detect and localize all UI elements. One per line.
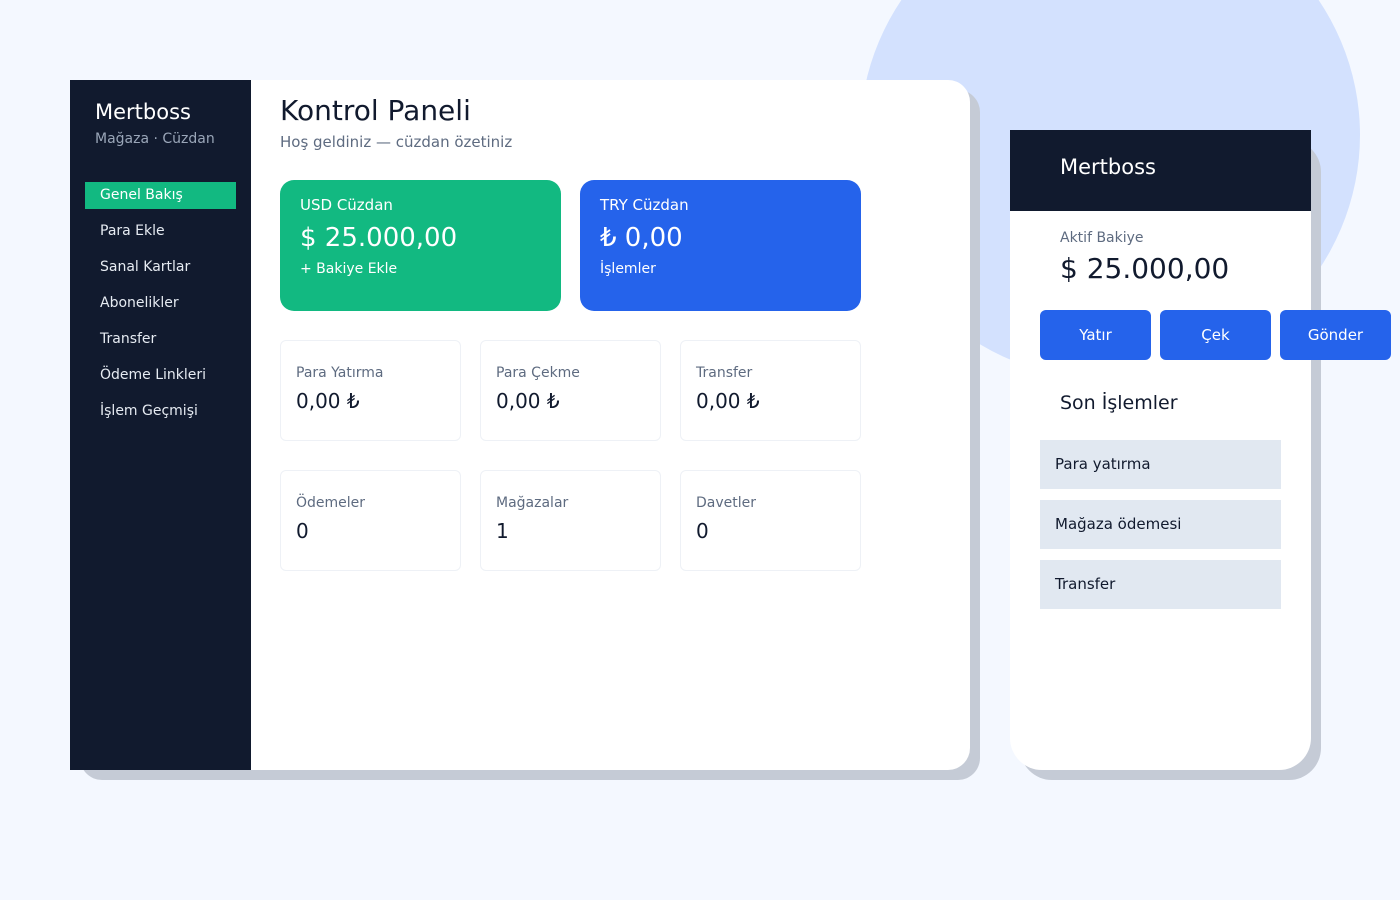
sidebar-item-islem-gecmisi[interactable]: İşlem Geçmişi [85, 398, 236, 425]
stat-card-odemeler: Ödemeler 0 [280, 470, 461, 571]
mobile-window: Mertboss Aktif Bakiye $ 25.000,00 Yatır … [1010, 130, 1391, 770]
stat-card-magazalar: Mağazalar 1 [480, 470, 661, 571]
sidebar-item-sanal-kartlar[interactable]: Sanal Kartlar [85, 254, 236, 281]
stat-label: Davetler [696, 495, 757, 511]
stat-value: 0,00 ₺ [296, 389, 360, 413]
wallet-name: TRY Cüzdan [600, 196, 689, 214]
withdraw-button[interactable]: Çek [1160, 310, 1271, 360]
usd-wallet-card: USD Cüzdan $ 25.000,00 + Bakiye Ekle [280, 180, 561, 311]
add-balance-link[interactable]: + Bakiye Ekle [300, 261, 541, 277]
sidebar: Mertboss Mağaza · Cüzdan Genel Bakış Par… [70, 80, 251, 770]
stat-card-davetler: Davetler 0 [680, 470, 861, 571]
wallet-amount: $ 25.000,00 [300, 223, 458, 253]
wallet-name: USD Cüzdan [300, 196, 393, 214]
stat-card-para-cekme: Para Çekme 0,00 ₺ [480, 340, 661, 441]
sidebar-item-para-ekle[interactable]: Para Ekle [85, 218, 236, 245]
stat-label: Para Çekme [496, 365, 580, 381]
desktop-window: Mertboss Mağaza · Cüzdan Genel Bakış Par… [70, 80, 970, 770]
stat-value: 0,00 ₺ [696, 389, 760, 413]
stat-value: 0,00 ₺ [496, 389, 560, 413]
page-title: Kontrol Paneli [280, 94, 471, 127]
stat-card-para-yatirma: Para Yatırma 0,00 ₺ [280, 340, 461, 441]
wallet-amount: ₺ 0,00 [600, 223, 683, 253]
recent-transactions-title: Son İşlemler [1060, 392, 1178, 414]
page-subtitle: Hoş geldiniz — cüzdan özetiniz [280, 133, 513, 151]
brand-subtitle: Mağaza · Cüzdan [95, 131, 215, 147]
stat-label: Mağazalar [496, 495, 569, 511]
sidebar-item-odeme-linkleri[interactable]: Ödeme Linkleri [85, 362, 236, 389]
sidebar-item-transfer[interactable]: Transfer [85, 326, 236, 353]
stat-label: Para Yatırma [296, 365, 384, 381]
stat-card-transfer: Transfer 0,00 ₺ [680, 340, 861, 441]
balance-label: Aktif Bakiye [1060, 230, 1144, 246]
brand-name: Mertboss [95, 100, 191, 124]
stat-value: 0 [296, 519, 309, 543]
transaction-item[interactable]: Transfer [1040, 560, 1281, 609]
sidebar-item-genel-bakis[interactable]: Genel Bakış [85, 182, 236, 209]
balance-value: $ 25.000,00 [1060, 252, 1230, 285]
deposit-button[interactable]: Yatır [1040, 310, 1151, 360]
transaction-item[interactable]: Mağaza ödemesi [1040, 500, 1281, 549]
mobile-header: Mertboss [1010, 130, 1311, 211]
transaction-item[interactable]: Para yatırma [1040, 440, 1281, 489]
sidebar-nav: Genel Bakış Para Ekle Sanal Kartlar Abon… [85, 182, 236, 434]
stat-label: Ödemeler [296, 495, 366, 511]
stat-value: 1 [496, 519, 509, 543]
transactions-link[interactable]: İşlemler [600, 261, 841, 277]
mobile-brand-name: Mertboss [1060, 155, 1156, 179]
try-wallet-card: TRY Cüzdan ₺ 0,00 İşlemler [580, 180, 861, 311]
sidebar-item-abonelikler[interactable]: Abonelikler [85, 290, 236, 317]
stat-label: Transfer [696, 365, 753, 381]
stat-value: 0 [696, 519, 709, 543]
send-button[interactable]: Gönder [1280, 310, 1391, 360]
